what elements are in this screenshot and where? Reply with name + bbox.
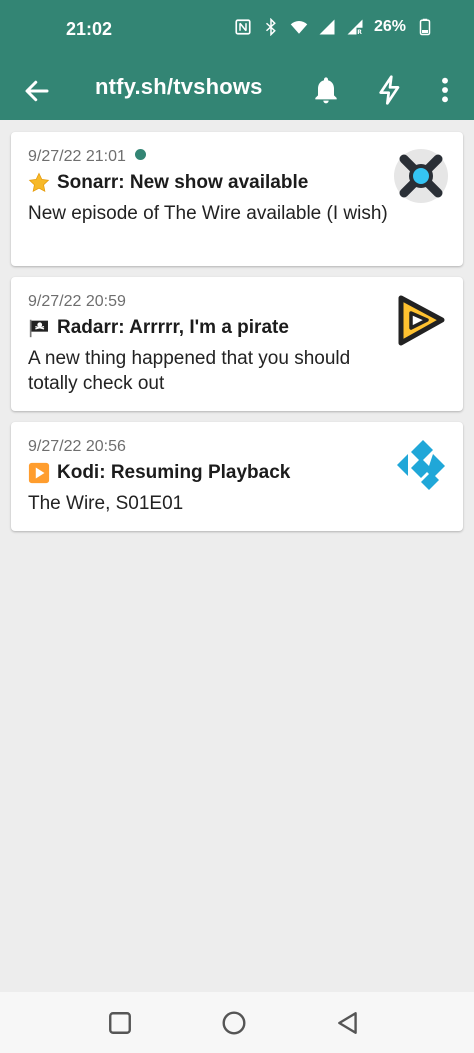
notification-title: Radarr: Arrrrr, I'm a pirate (28, 317, 289, 339)
notification-date: 9/27/22 20:59 (28, 293, 126, 310)
bell-icon[interactable] (310, 74, 342, 106)
svg-text:R: R (357, 29, 362, 36)
status-icons: R 26% (234, 18, 434, 36)
notification-message: The Wire, S01E01 (28, 493, 184, 514)
bluetooth-icon (265, 18, 276, 36)
battery-percent: 26% (373, 18, 406, 35)
status-time: 21:02 (66, 19, 113, 39)
notification-list: 9/27/22 21:01 Sonarr: New show available… (0, 120, 474, 992)
system-nav-bar (0, 992, 474, 1053)
wifi-icon (290, 21, 308, 34)
star-icon (28, 172, 50, 193)
pirate-flag-icon (29, 319, 48, 338)
notification-card-kodi[interactable]: 9/27/22 20:56 Kodi: Resuming Playback Th… (11, 422, 463, 531)
notification-date: 9/27/22 20:56 (28, 438, 126, 455)
notification-card-sonarr[interactable]: 9/27/22 21:01 Sonarr: New show available… (11, 132, 463, 266)
notification-title: Sonarr: New show available (28, 172, 308, 194)
more-vert-icon[interactable] (429, 74, 461, 106)
notification-date: 9/27/22 21:01 (28, 148, 146, 166)
status-bar: 21:02 R 26% (0, 0, 474, 62)
back-arrow-icon[interactable] (22, 76, 52, 106)
lightning-icon[interactable] (374, 74, 406, 106)
recents-square-icon[interactable] (107, 1010, 133, 1036)
app-bar: ntfy.sh/tvshows (0, 62, 474, 120)
battery-icon (419, 18, 431, 36)
notification-title: Kodi: Resuming Playback (28, 462, 290, 484)
page-title: ntfy.sh/tvshows (95, 74, 263, 99)
home-circle-icon[interactable] (221, 1010, 247, 1036)
notification-message: A new thing happened that you should tot… (28, 348, 351, 394)
nfc-icon (235, 19, 251, 35)
notification-message: New episode of The Wire available (I wis… (28, 203, 388, 224)
signal-roaming-icon: R (347, 19, 363, 36)
sonarr-icon (394, 149, 448, 203)
unread-dot (134, 149, 146, 160)
radarr-icon (398, 295, 445, 346)
back-triangle-icon[interactable] (335, 1010, 361, 1036)
signal-icon (319, 19, 335, 35)
play-button-icon (28, 462, 50, 484)
notification-card-radarr[interactable]: 9/27/22 20:59 Radarr: Arrrrr, I'm a pira… (11, 277, 463, 411)
kodi-icon (397, 440, 445, 490)
